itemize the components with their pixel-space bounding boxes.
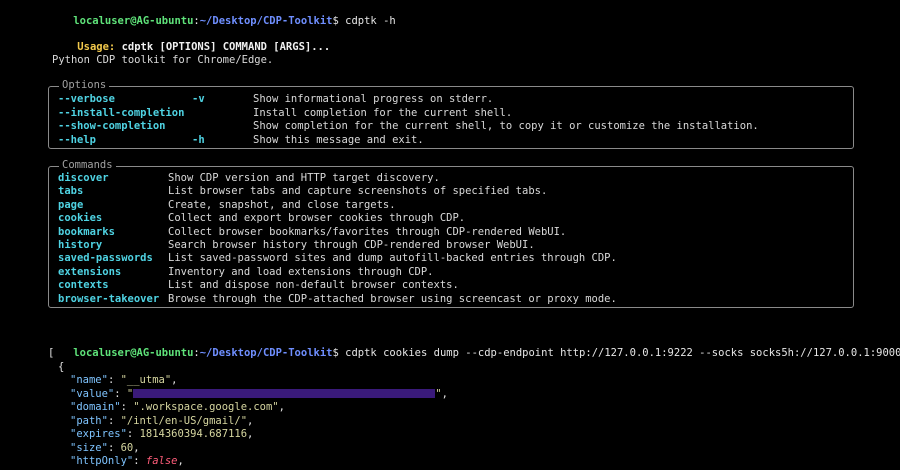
commands-title: Commands xyxy=(59,159,116,172)
json-field: "name": "__utma", xyxy=(70,374,178,387)
json-key: "domain" xyxy=(70,401,121,413)
option-desc: Show informational progress on stderr. xyxy=(253,93,494,105)
command-desc: Show CDP version and HTTP target discove… xyxy=(168,172,440,184)
option-desc: Show completion for the current shell, t… xyxy=(253,120,759,132)
json-colon: : xyxy=(133,455,146,467)
command-name: extensions xyxy=(58,265,122,278)
json-field: "value": " ", xyxy=(70,388,448,401)
command-name: history xyxy=(58,239,103,251)
command-desc: Inventory and load extensions through CD… xyxy=(168,265,434,278)
json-value: "__utma" xyxy=(120,374,172,386)
json-value: ".workspace.google.com" xyxy=(133,401,279,413)
command-name: browser-takeover xyxy=(58,292,160,305)
json-value: 60 xyxy=(120,441,134,454)
prompt-line-2: localuser@AG-ubuntu:~/Desktop/CDP-Toolki… xyxy=(48,334,900,373)
json-comma: , xyxy=(171,374,178,386)
command-desc: List saved-password sites and dump autof… xyxy=(168,252,617,265)
command-name: tabs xyxy=(58,185,84,198)
prompt-path: ~/Desktop/CDP-Toolkit xyxy=(199,347,333,359)
json-open-bracket: [ xyxy=(48,347,55,359)
json-key: "httpOnly" xyxy=(70,455,134,467)
command-desc: List and dispose non-default browser con… xyxy=(168,279,459,292)
json-comma: , xyxy=(247,428,254,440)
prompt-path: ~/Desktop/CDP-Toolkit xyxy=(199,15,333,27)
json-field: "domain": ".workspace.google.com", xyxy=(70,401,285,414)
json-field: "expires": 1814360394.687116, xyxy=(70,428,253,441)
prompt-user: localuser@AG-ubuntu xyxy=(73,15,194,27)
prompt-command: cdptk cookies dump --cdp-endpoint http:/… xyxy=(338,347,900,359)
json-key: "name" xyxy=(70,374,108,386)
terminal-window[interactable]: localuser@AG-ubuntu: ~/Desktop/CDP-Toolki… xyxy=(0,0,900,470)
option-flag: --help xyxy=(58,133,96,146)
option-flag: --install-completion xyxy=(58,106,185,119)
json-comma: , xyxy=(133,441,140,454)
json-colon: : xyxy=(107,414,121,427)
json-colon: : xyxy=(107,374,121,386)
json-comma: , xyxy=(177,455,184,467)
options-title: Options xyxy=(59,79,110,92)
json-key: "size" xyxy=(70,441,108,454)
json-value: "/intl/en-US/gmail/" xyxy=(120,414,248,427)
json-colon: : xyxy=(120,401,134,413)
json-field: "size": 60, xyxy=(70,442,140,455)
usage-text: cdptk [OPTIONS] COMMAND [ARGS]... xyxy=(121,41,331,53)
json-open-brace: { xyxy=(58,361,65,373)
json-comma: , xyxy=(441,387,448,400)
option-flag: --verbose xyxy=(58,93,115,105)
command-name: contexts xyxy=(58,279,109,292)
json-value: false xyxy=(145,455,178,467)
json-colon: : xyxy=(114,387,127,400)
command-desc: Search browser history through CDP-rende… xyxy=(168,239,535,251)
json-comma: , xyxy=(278,401,285,413)
option-flag: --show-completion xyxy=(58,120,166,132)
option-short: -v xyxy=(192,93,205,105)
command-desc: List browser tabs and capture screenshot… xyxy=(168,185,548,198)
redacted-value xyxy=(133,389,436,398)
prompt-user: localuser@AG-ubuntu xyxy=(73,347,194,359)
json-key: "expires" xyxy=(70,428,127,440)
json-field: "path": "/intl/en-US/gmail/", xyxy=(70,415,253,428)
command-name: bookmarks xyxy=(58,225,115,238)
command-name: cookies xyxy=(58,212,103,225)
command-desc: Browse through the CDP-attached browser … xyxy=(168,292,617,305)
command-desc: Create, snapshot, and close targets. xyxy=(168,198,396,211)
option-short: -h xyxy=(192,133,205,146)
prompt-command: cdptk -h xyxy=(338,15,396,27)
command-name: page xyxy=(58,198,84,211)
json-colon: : xyxy=(107,441,121,454)
command-desc: Collect browser bookmarks/favorites thro… xyxy=(168,225,567,238)
json-colon: : xyxy=(126,428,140,440)
json-comma: , xyxy=(247,414,254,427)
command-name: saved-passwords xyxy=(58,252,153,265)
usage-label: Usage: xyxy=(77,41,116,53)
json-key: "path" xyxy=(70,414,108,427)
json-value: 1814360394.687116 xyxy=(139,428,248,440)
json-field: "httpOnly": false, xyxy=(70,455,184,468)
description: Python CDP toolkit for Chrome/Edge. xyxy=(52,54,274,66)
option-desc: Show this message and exit. xyxy=(253,133,424,146)
option-desc: Install completion for the current shell… xyxy=(253,106,513,119)
command-name: discover xyxy=(58,172,109,184)
command-desc: Collect and export browser cookies throu… xyxy=(168,212,466,225)
json-key: "value" xyxy=(70,387,115,400)
